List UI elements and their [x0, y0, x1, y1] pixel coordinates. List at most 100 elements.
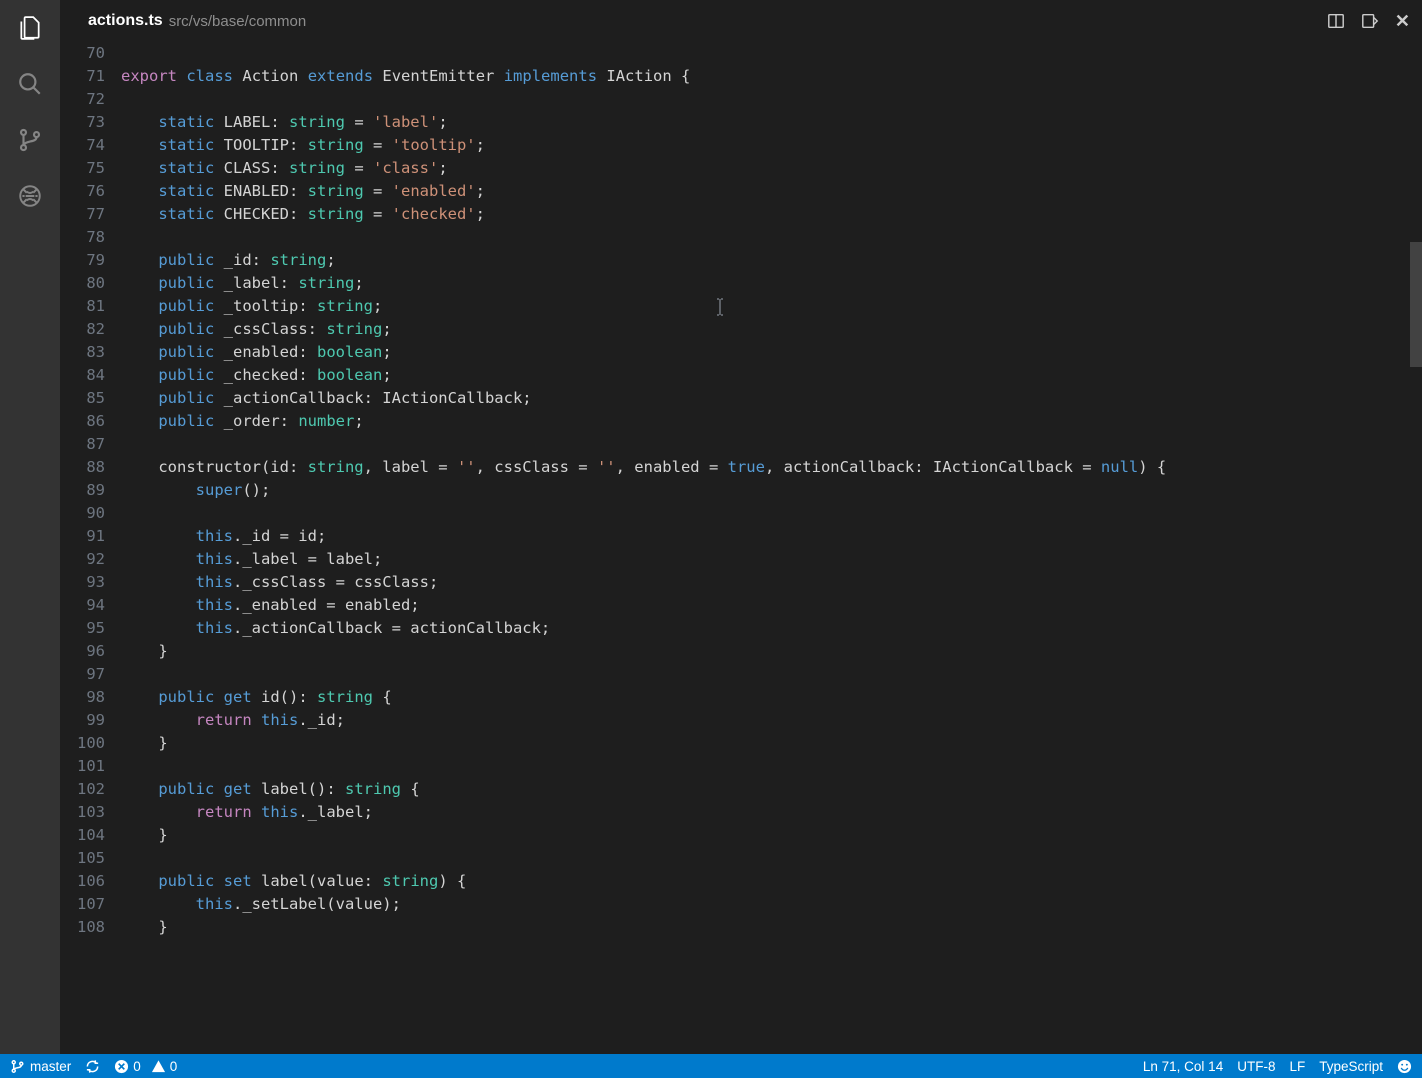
files-icon [17, 15, 43, 41]
tab-filename[interactable]: actions.ts [88, 12, 163, 30]
code-line[interactable] [121, 88, 1422, 111]
more-actions-button[interactable] [1361, 12, 1379, 30]
status-encoding[interactable]: UTF-8 [1237, 1059, 1275, 1074]
line-number: 94 [60, 594, 105, 617]
line-number: 73 [60, 111, 105, 134]
code-content[interactable]: export class Action extends EventEmitter… [115, 42, 1422, 1054]
line-number: 88 [60, 456, 105, 479]
warning-count: 0 [170, 1059, 178, 1074]
code-line[interactable]: } [121, 732, 1422, 755]
line-number: 70 [60, 42, 105, 65]
text-cursor-icon [716, 298, 718, 316]
code-line[interactable]: static ENABLED: string = 'enabled'; [121, 180, 1422, 203]
overflow-icon [1361, 12, 1379, 30]
code-line[interactable]: super(); [121, 479, 1422, 502]
split-editor-button[interactable] [1327, 12, 1345, 30]
editor-container: actions.ts src/vs/base/common ✕ 70717273… [60, 0, 1422, 1054]
code-line[interactable]: export class Action extends EventEmitter… [121, 65, 1422, 88]
code-line[interactable]: this._id = id; [121, 525, 1422, 548]
line-number: 79 [60, 249, 105, 272]
status-branch[interactable]: master [10, 1059, 71, 1074]
scrollbar-thumb[interactable] [1410, 242, 1422, 367]
code-line[interactable]: public _cssClass: string; [121, 318, 1422, 341]
code-line[interactable] [121, 226, 1422, 249]
code-line[interactable]: public _order: number; [121, 410, 1422, 433]
tab-actions: ✕ [1327, 11, 1410, 32]
code-line[interactable]: constructor(id: string, label = '', cssC… [121, 456, 1422, 479]
status-problems[interactable]: 0 0 [114, 1059, 177, 1074]
line-number: 100 [60, 732, 105, 755]
code-line[interactable]: return this._id; [121, 709, 1422, 732]
line-number: 87 [60, 433, 105, 456]
code-line[interactable] [121, 755, 1422, 778]
line-number: 75 [60, 157, 105, 180]
line-number: 95 [60, 617, 105, 640]
close-icon: ✕ [1395, 11, 1410, 32]
line-number: 77 [60, 203, 105, 226]
line-number: 96 [60, 640, 105, 663]
line-number: 92 [60, 548, 105, 571]
search-icon [17, 71, 43, 97]
git-branch-icon [10, 1059, 25, 1074]
line-number: 101 [60, 755, 105, 778]
code-line[interactable] [121, 42, 1422, 65]
code-line[interactable]: return this._label; [121, 801, 1422, 824]
code-line[interactable]: public _actionCallback: IActionCallback; [121, 387, 1422, 410]
editor-body[interactable]: 7071727374757677787980818283848586878889… [60, 42, 1422, 1054]
code-line[interactable]: static CLASS: string = 'class'; [121, 157, 1422, 180]
line-number: 72 [60, 88, 105, 111]
code-line[interactable]: this._enabled = enabled; [121, 594, 1422, 617]
activity-search[interactable] [14, 68, 46, 100]
code-line[interactable]: this._setLabel(value); [121, 893, 1422, 916]
code-line[interactable]: public set label(value: string) { [121, 870, 1422, 893]
code-line[interactable] [121, 663, 1422, 686]
code-line[interactable]: static TOOLTIP: string = 'tooltip'; [121, 134, 1422, 157]
activity-scm[interactable] [14, 124, 46, 156]
line-number: 78 [60, 226, 105, 249]
code-line[interactable]: this._label = label; [121, 548, 1422, 571]
tab-path: src/vs/base/common [169, 13, 307, 30]
code-line[interactable]: public _label: string; [121, 272, 1422, 295]
status-sync[interactable] [85, 1059, 100, 1074]
line-number: 80 [60, 272, 105, 295]
status-feedback[interactable] [1397, 1059, 1412, 1074]
code-line[interactable]: static CHECKED: string = 'checked'; [121, 203, 1422, 226]
line-number-gutter: 7071727374757677787980818283848586878889… [60, 42, 115, 1054]
code-line[interactable]: public _id: string; [121, 249, 1422, 272]
status-bar: master 0 0 Ln 71, Col 14 UTF-8 LF TypeSc… [0, 1054, 1422, 1078]
code-line[interactable] [121, 502, 1422, 525]
code-line[interactable]: public _checked: boolean; [121, 364, 1422, 387]
code-line[interactable] [121, 847, 1422, 870]
line-number: 102 [60, 778, 105, 801]
line-number: 108 [60, 916, 105, 939]
status-lncol[interactable]: Ln 71, Col 14 [1143, 1059, 1223, 1074]
code-line[interactable]: } [121, 824, 1422, 847]
line-number: 84 [60, 364, 105, 387]
code-line[interactable]: } [121, 916, 1422, 939]
status-language[interactable]: TypeScript [1319, 1059, 1383, 1074]
line-number: 107 [60, 893, 105, 916]
activity-explorer[interactable] [14, 12, 46, 44]
code-line[interactable]: public _tooltip: string; [121, 295, 1422, 318]
code-line[interactable]: static LABEL: string = 'label'; [121, 111, 1422, 134]
code-line[interactable]: public _enabled: boolean; [121, 341, 1422, 364]
activity-bar [0, 0, 60, 1054]
smiley-icon [1397, 1059, 1412, 1074]
code-line[interactable]: public get id(): string { [121, 686, 1422, 709]
line-number: 103 [60, 801, 105, 824]
code-line[interactable]: } [121, 640, 1422, 663]
line-number: 99 [60, 709, 105, 732]
line-number: 71 [60, 65, 105, 88]
status-left: master 0 0 [10, 1059, 177, 1074]
activity-debug[interactable] [14, 180, 46, 212]
line-number: 106 [60, 870, 105, 893]
code-line[interactable]: public get label(): string { [121, 778, 1422, 801]
status-eol[interactable]: LF [1289, 1059, 1305, 1074]
line-number: 98 [60, 686, 105, 709]
line-number: 97 [60, 663, 105, 686]
code-line[interactable]: this._actionCallback = actionCallback; [121, 617, 1422, 640]
close-editor-button[interactable]: ✕ [1395, 11, 1410, 32]
line-number: 90 [60, 502, 105, 525]
code-line[interactable] [121, 433, 1422, 456]
code-line[interactable]: this._cssClass = cssClass; [121, 571, 1422, 594]
